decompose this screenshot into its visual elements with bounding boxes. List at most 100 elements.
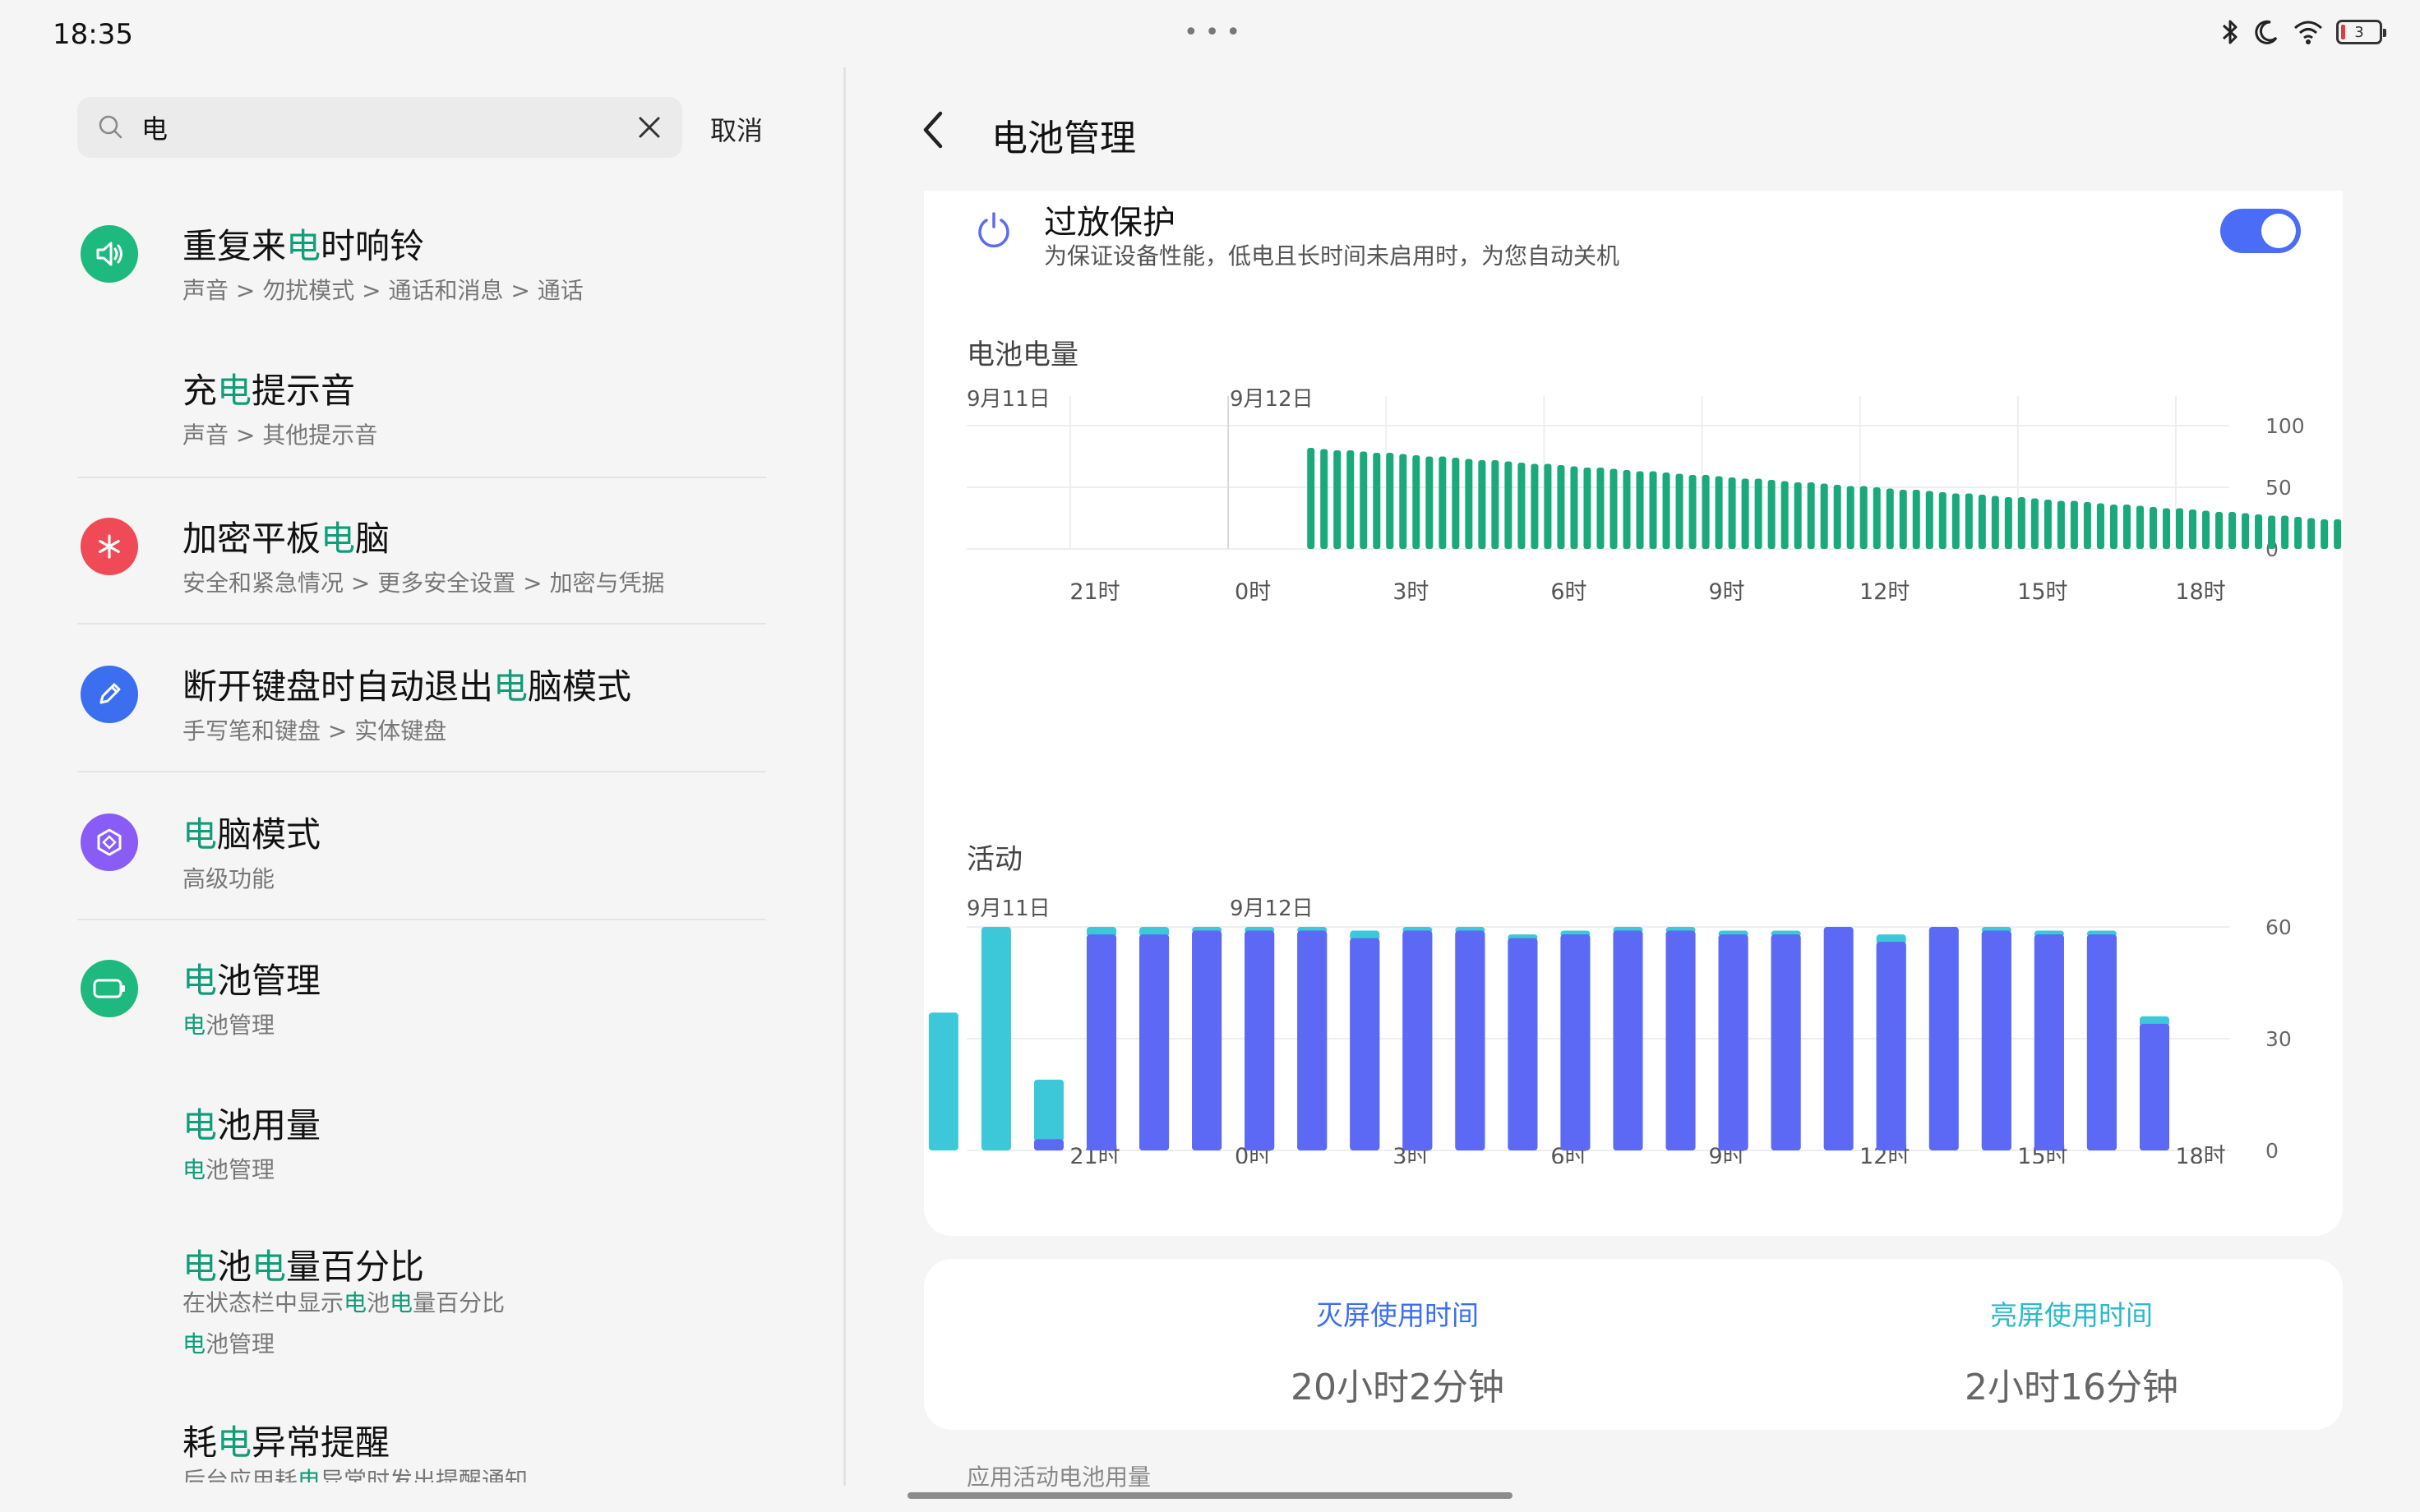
- battery-bar: [1360, 451, 1368, 549]
- battery-bar: [1583, 468, 1591, 549]
- result-item-battery-usage[interactable]: 电池用量 电池管理: [77, 1095, 766, 1213]
- result-item-keyboard-pc-mode[interactable]: 断开键盘时自动退出电脑模式 手写笔和键盘 > 实体键盘: [77, 656, 766, 774]
- pencil-icon: [81, 666, 138, 723]
- battery-bar: [2162, 508, 2170, 549]
- result-item-charging-sound[interactable]: 充电提示音 声音 > 其他提示音: [77, 360, 766, 478]
- activity-chart[interactable]: 9月11日 9月12日6030021时 0时 3时 6时 9时 12时 15时 18时: [924, 892, 2343, 1164]
- result-title: 电池用量: [182, 1105, 321, 1146]
- result-item-repeat-call[interactable]: 重复来电时响铃 声音 > 勿扰模式 > 通话和消息 > 通话: [77, 215, 766, 334]
- battery-bar: [1912, 490, 1920, 549]
- battery-bar: [1596, 468, 1605, 549]
- result-item-battery-management[interactable]: 电池管理 电池管理: [77, 950, 766, 1068]
- result-item-encrypt-tablet[interactable]: 加密平板电脑 安全和紧急情况 > 更多安全设置 > 加密与凭据: [77, 508, 766, 626]
- search-input[interactable]: 电: [141, 108, 636, 146]
- battery-bar: [2189, 509, 2197, 549]
- speaker-icon: [81, 225, 138, 283]
- battery-bar: [1978, 495, 1986, 549]
- page-title: 电池管理: [991, 118, 1136, 159]
- result-path: 声音 > 其他提示音: [182, 422, 378, 449]
- date-label: 9月12日: [1230, 388, 1314, 412]
- back-icon[interactable]: [914, 107, 954, 153]
- screen-off-bar: [2139, 1023, 2169, 1150]
- search-bar[interactable]: 电: [77, 97, 682, 158]
- cancel-button[interactable]: 取消: [710, 110, 763, 148]
- battery-bar: [1491, 460, 1499, 549]
- screen-on-value: 2小时16分钟: [1965, 1367, 2178, 1408]
- screen-off-bar: [1613, 930, 1643, 1150]
- battery-bar: [2334, 519, 2342, 549]
- battery-bar: [1767, 480, 1776, 549]
- x-tick-label: 18时: [2175, 1144, 2225, 1164]
- usage-card: 灭屏使用时间 20小时2分钟 亮屏使用时间 2小时16分钟: [924, 1259, 2343, 1430]
- date-label: 9月11日: [967, 388, 1051, 412]
- battery-bar: [1965, 493, 1973, 549]
- screen-off-bar: [1718, 934, 1748, 1150]
- battery-bar: [2228, 512, 2237, 549]
- battery-bar: [1452, 458, 1460, 549]
- battery-bar: [1846, 486, 1854, 549]
- overdischarge-subtitle: 为保证设备性能，低电且长时间未启用时，为您自动关机: [1044, 242, 1620, 270]
- result-path: 手写笔和键盘 > 实体键盘: [182, 717, 447, 744]
- battery-bar: [1938, 492, 1947, 549]
- bluetooth-icon: [2222, 20, 2238, 44]
- battery-bar: [1346, 450, 1355, 549]
- y-tick-label: 30: [2265, 1027, 2292, 1051]
- battery-bar: [1636, 471, 1644, 549]
- battery-bar: [2242, 513, 2250, 549]
- screen-off-label: 灭屏使用时间: [1316, 1299, 1479, 1331]
- battery-level-text: 3: [2354, 23, 2364, 41]
- battery-bar: [1307, 448, 1315, 549]
- clear-icon[interactable]: [636, 114, 663, 141]
- battery-level-chart[interactable]: 9月11日 9月12日10050021时 0时 3时 6时 9时 12时 15时 18时: [924, 388, 2343, 626]
- battery-bar: [1754, 478, 1762, 549]
- battery-bar: [2176, 508, 2183, 549]
- result-title: 电脑模式: [182, 814, 321, 855]
- result-path: 高级功能: [182, 865, 275, 892]
- overdischarge-toggle[interactable]: [2220, 209, 2301, 253]
- y-tick-label: 50: [2265, 476, 2292, 500]
- result-path: 电池管理: [182, 1330, 275, 1358]
- screen-off-bar: [1192, 930, 1222, 1150]
- battery-bar: [1886, 488, 1894, 549]
- battery-bar: [2215, 512, 2224, 549]
- screen-off-bar: [1297, 930, 1328, 1150]
- wifi-icon: [2294, 21, 2322, 44]
- screen-off-bar: [1876, 942, 1906, 1150]
- result-title: 电池管理: [182, 961, 321, 1001]
- battery-bar: [1478, 460, 1486, 549]
- screen-off-bar: [1823, 927, 1854, 1150]
- screen-off-bar: [1033, 1139, 1064, 1150]
- battery-bar: [1951, 493, 1960, 549]
- battery-card: 过放保护 为保证设备性能，低电且长时间未启用时，为您自动关机 电池电量 9月11…: [924, 191, 2343, 1236]
- battery-bar: [1504, 461, 1512, 549]
- result-separator: [77, 477, 766, 478]
- result-item-pc-mode[interactable]: 电脑模式 高级功能: [77, 804, 766, 922]
- battery-bar: [1728, 477, 1736, 549]
- toggle-knob: [2261, 214, 2296, 248]
- battery-bar: [1780, 481, 1789, 549]
- battery-bar: [1794, 482, 1802, 549]
- power-icon: [978, 212, 1009, 248]
- y-tick-label: 100: [2265, 414, 2305, 438]
- battery-bar: [2083, 502, 2091, 549]
- pane-divider[interactable]: [843, 67, 846, 1486]
- result-description: 在状态栏中显示电池电量百分比: [182, 1289, 506, 1316]
- x-tick-label: 18时: [2175, 579, 2225, 605]
- screen-off-bar: [1402, 930, 1433, 1150]
- screen-off-bar: [1350, 938, 1380, 1150]
- result-separator: [77, 771, 766, 772]
- battery-bar: [2136, 505, 2144, 549]
- result-item-abnormal-drain[interactable]: 耗电异常提醒 后台应用耗电异常时发出提醒通知: [77, 1415, 766, 1482]
- date-label: 9月12日: [1230, 897, 1314, 921]
- screen-off-bar: [1139, 934, 1170, 1150]
- result-item-battery-percentage[interactable]: 电池电量百分比 在状态栏中显示电池电量百分比 电池管理: [77, 1239, 766, 1362]
- battery-bar: [2030, 498, 2039, 549]
- home-indicator[interactable]: [908, 1492, 1512, 1499]
- battery-bar: [1320, 449, 1328, 549]
- multitask-dots[interactable]: •••: [1184, 18, 1247, 47]
- battery-bar: [2202, 510, 2210, 549]
- screen-off-value: 20小时2分钟: [1291, 1367, 1504, 1408]
- battery-bar: [2122, 505, 2131, 549]
- battery-bar: [2096, 503, 2104, 549]
- battery-bar: [1715, 476, 1723, 549]
